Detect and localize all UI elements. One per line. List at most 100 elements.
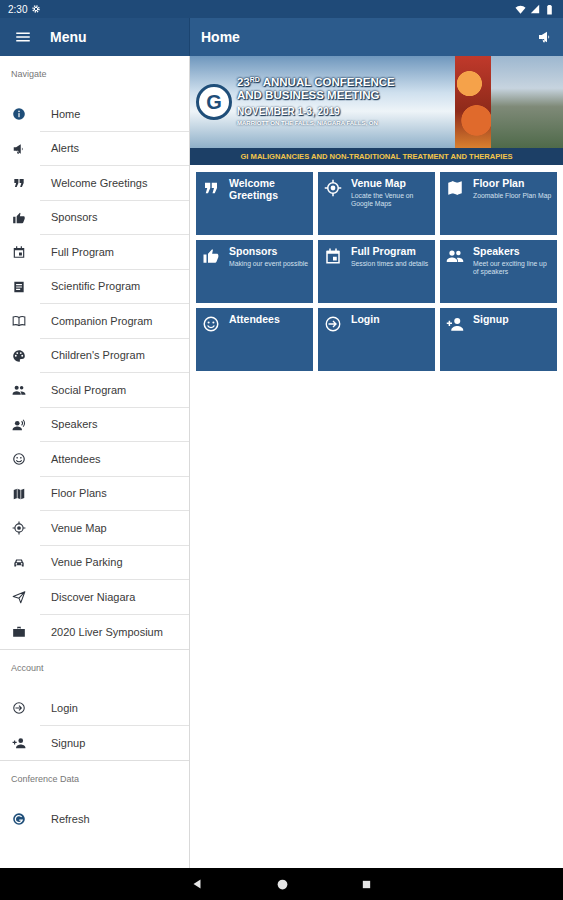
tile-text: Floor PlanZoomable Floor Plan Map [473, 178, 551, 200]
banner-image: G23RD ANNUAL CONFERENCEAND BUSINESS MEET… [190, 56, 563, 148]
recents-square-icon[interactable] [361, 879, 372, 890]
sidebar-item[interactable]: Welcome Greetings [0, 166, 189, 201]
banner-venue: MARRIOTT ON THE FALLS, NIAGARA FALLS, ON [237, 119, 455, 128]
back-triangle-icon[interactable] [192, 878, 204, 890]
hamburger-icon[interactable] [14, 28, 32, 46]
sidebar-item[interactable]: Social Program [0, 373, 189, 408]
sidebar-icon-slot [0, 580, 40, 615]
sidebar-label[interactable]: Sponsors [40, 201, 189, 236]
sidebar-label[interactable]: 2020 Liver Symposium [40, 615, 189, 650]
sidebar-item[interactable]: Venue Parking [0, 546, 189, 581]
signal-icon [530, 4, 540, 14]
tile-title[interactable]: Floor Plan [473, 178, 551, 190]
tile-subtitle: Session times and details [351, 260, 428, 268]
sidebar-label[interactable]: Alerts [40, 132, 189, 167]
sidebar-label[interactable]: Home [40, 97, 189, 132]
sidebar-icon-slot [0, 97, 40, 132]
quote-icon [12, 176, 26, 190]
calendar-icon [324, 247, 342, 265]
sidebar-item[interactable]: Login [0, 691, 189, 726]
sidebar-label[interactable]: Refresh [40, 802, 189, 837]
sidebar-item[interactable]: Venue Map [0, 511, 189, 546]
sidebar-item[interactable]: Scientific Program [0, 270, 189, 305]
info-icon [12, 107, 26, 121]
tile-title[interactable]: Login [351, 314, 380, 326]
main-area: NavigateHomeAlertsWelcome GreetingsSpons… [0, 56, 563, 868]
sidebar-item[interactable]: Discover Niagara [0, 580, 189, 615]
login-arrow-icon [324, 315, 342, 333]
tile-title[interactable]: Welcome Greetings [229, 178, 308, 201]
home-tile[interactable]: Attendees [196, 308, 313, 371]
home-tile[interactable]: Signup [440, 308, 557, 371]
sidebar-item[interactable]: Children's Program [0, 339, 189, 374]
menu-header: Menu [0, 18, 190, 56]
person-add-icon [446, 315, 464, 333]
tile-title[interactable]: Sponsors [229, 246, 308, 258]
sidebar-label[interactable]: Login [40, 691, 189, 726]
sidebar-item[interactable]: 2020 Liver Symposium [0, 615, 189, 650]
sidebar-item[interactable]: Attendees [0, 442, 189, 477]
sidebar-label[interactable]: Children's Program [40, 339, 189, 374]
tile-text: Attendees [229, 314, 280, 326]
section-header: Account [0, 650, 189, 691]
sidebar-label[interactable]: Welcome Greetings [40, 166, 189, 201]
home-tile[interactable]: Floor PlanZoomable Floor Plan Map [440, 172, 557, 235]
tile-title[interactable]: Full Program [351, 246, 428, 258]
home-tile[interactable]: SponsorsMaking our event possible [196, 240, 313, 303]
sidebar-item[interactable]: Alerts [0, 132, 189, 167]
sidebar-icon-slot [0, 304, 40, 339]
sidebar-icon-slot [0, 511, 40, 546]
status-left: 2:30 [8, 2, 41, 17]
quote-icon [202, 179, 220, 197]
sidebar-label[interactable]: Scientific Program [40, 270, 189, 305]
home-tile[interactable]: SpeakersMeet our exciting line up of spe… [440, 240, 557, 303]
home-tile[interactable]: Full Program Session times and details [318, 240, 435, 303]
sidebar-label[interactable]: Speakers [40, 408, 189, 443]
sidebar-item[interactable]: Speakers [0, 408, 189, 443]
refresh-logo-icon [12, 812, 26, 826]
sidebar-item[interactable]: Home [0, 97, 189, 132]
battery-icon [544, 4, 555, 15]
sidebar-label[interactable]: Venue Map [40, 511, 189, 546]
banner-text: 23RD ANNUAL CONFERENCEAND BUSINESS MEETI… [237, 56, 455, 148]
sidebar-item[interactable]: Refresh [0, 802, 189, 837]
sidebar-section: AccountLoginSignup [0, 650, 189, 761]
tile-icon-slot [202, 178, 222, 204]
location-target-icon [12, 521, 26, 535]
sidebar-label[interactable]: Full Program [40, 235, 189, 270]
tile-text: Welcome Greetings [229, 178, 308, 201]
navigation-bar [0, 868, 563, 900]
megaphone-icon[interactable] [537, 29, 553, 45]
app-bar: Menu Home [0, 18, 563, 56]
sidebar-label[interactable]: Discover Niagara [40, 580, 189, 615]
tile-text: SpeakersMeet our exciting line up of spe… [473, 246, 552, 276]
tile-title[interactable]: Attendees [229, 314, 280, 326]
sidebar-label[interactable]: Floor Plans [40, 477, 189, 512]
sidebar-label[interactable]: Social Program [40, 373, 189, 408]
location-target-icon [324, 179, 342, 197]
map-icon [12, 487, 26, 501]
smiley-icon [12, 452, 26, 466]
tile-title[interactable]: Speakers [473, 246, 552, 258]
tile-title[interactable]: Venue Map [351, 178, 430, 190]
sidebar-label[interactable]: Venue Parking [40, 546, 189, 581]
speaker-icon [12, 418, 26, 432]
home-tile[interactable]: Login [318, 308, 435, 371]
sidebar-label[interactable]: Attendees [40, 442, 189, 477]
sidebar-item[interactable]: Full Program [0, 235, 189, 270]
tile-icon-slot [324, 246, 344, 272]
sidebar-icon-slot [0, 477, 40, 512]
people-icon [12, 383, 26, 397]
sidebar-item[interactable]: Floor Plans [0, 477, 189, 512]
sidebar-label[interactable]: Signup [40, 726, 189, 761]
sidebar-label[interactable]: Companion Program [40, 304, 189, 339]
tile-title[interactable]: Signup [473, 314, 509, 326]
home-circle-icon[interactable] [276, 878, 289, 891]
sidebar-item[interactable]: Sponsors [0, 201, 189, 236]
home-tile[interactable]: Venue MapLocate the Venue on Google Maps [318, 172, 435, 235]
home-tile[interactable]: Welcome Greetings [196, 172, 313, 235]
sidebar-item[interactable]: Signup [0, 726, 189, 761]
logo-area: G [190, 56, 237, 148]
tile-icon-slot [202, 246, 222, 272]
sidebar-item[interactable]: Companion Program [0, 304, 189, 339]
